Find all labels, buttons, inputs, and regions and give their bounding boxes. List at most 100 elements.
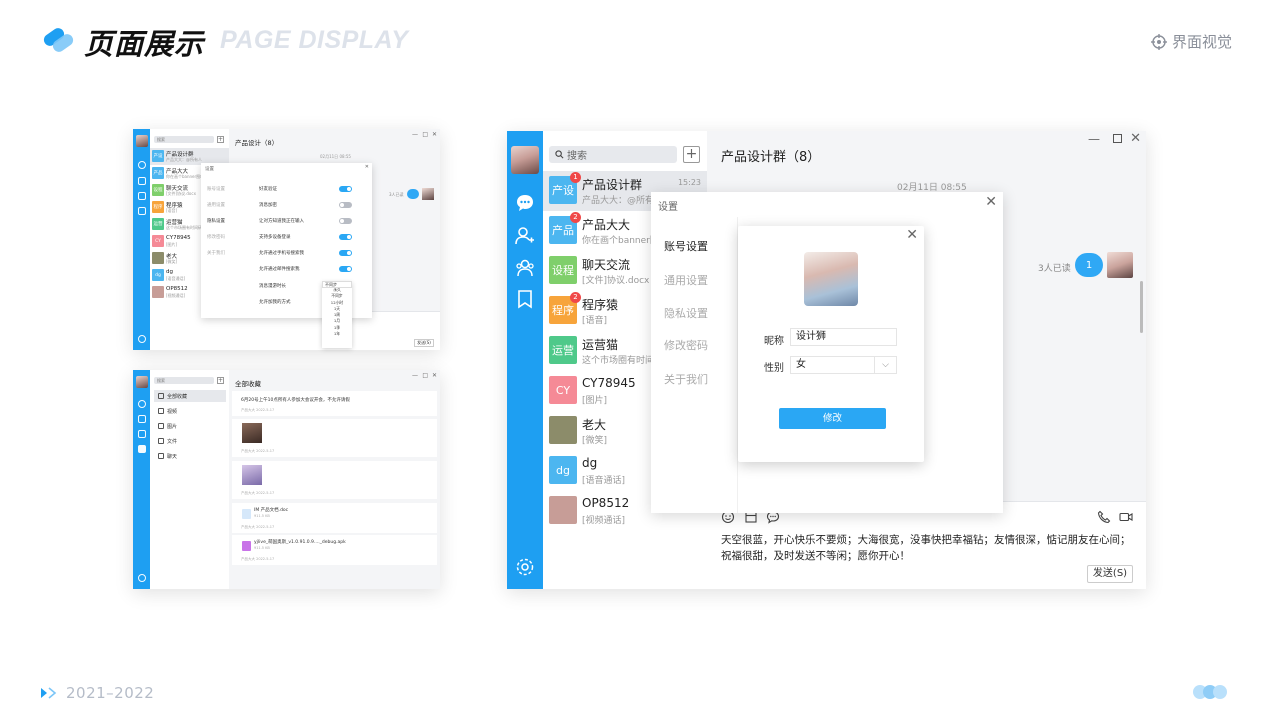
settings-nav-item[interactable]: 关于我们	[207, 250, 225, 256]
favorites-nav-item[interactable]: 图片	[154, 420, 226, 432]
settings-nav-privacy[interactable]: 隐私设置	[664, 305, 708, 321]
gender-select[interactable]: 女 ⌵	[790, 356, 897, 374]
settings-nav-item[interactable]: 账号设置	[207, 186, 225, 192]
contact-name: 老大	[582, 418, 607, 432]
close-button[interactable]: ✕	[432, 372, 437, 379]
send-button[interactable]: 发送(S)	[1087, 565, 1133, 583]
favorite-card[interactable]: yjlive_萌国奥斯_v1.0.91.0.9...._debug.apk 911…	[232, 535, 437, 565]
card-thumbnail	[242, 423, 262, 443]
close-icon[interactable]: ✕	[906, 227, 918, 243]
contact-icon[interactable]	[515, 226, 535, 246]
maximize-button[interactable]	[1113, 134, 1122, 143]
settings-nav-item[interactable]: 隐私设置	[207, 218, 225, 224]
group-icon[interactable]	[138, 192, 146, 200]
avatar[interactable]	[511, 146, 539, 174]
add-button[interactable]: +	[217, 136, 224, 143]
settings-nav-item[interactable]: 通用设置	[207, 202, 225, 208]
message-bubble[interactable]	[407, 189, 419, 199]
close-icon[interactable]: ✕	[985, 194, 997, 210]
years-text: 2021–2022	[66, 684, 155, 702]
bookmark-icon[interactable]	[138, 207, 146, 215]
nickname-field[interactable]: 设计狮	[790, 328, 897, 346]
bookmark-icon[interactable]	[515, 289, 535, 309]
profile-avatar[interactable]	[804, 252, 858, 306]
option-toggle[interactable]	[339, 218, 352, 224]
settings-nav-about[interactable]: 关于我们	[664, 371, 708, 387]
settings-gear-icon[interactable]	[138, 335, 146, 343]
contact-avatar: 产品	[152, 167, 164, 179]
input-area[interactable]: 天空很蓝，开心快乐不要烦；大海很宽，没事快把幸福钻；友情很深，惦记朋友在心间；祝…	[707, 501, 1146, 589]
maximize-button[interactable]: □	[422, 131, 428, 138]
group-icon[interactable]	[138, 430, 146, 438]
option-toggle[interactable]	[339, 234, 352, 240]
phone-icon[interactable]	[1097, 510, 1111, 524]
minimize-button[interactable]: —	[412, 131, 418, 138]
add-button[interactable]: +	[217, 377, 224, 384]
option-toggle[interactable]	[339, 250, 352, 256]
search-input[interactable]: 搜索	[549, 146, 677, 163]
contact-icon[interactable]	[138, 415, 146, 423]
favorites-nav-item[interactable]: 全部收藏	[154, 390, 226, 402]
avatar[interactable]	[136, 376, 148, 388]
option-toggle[interactable]	[339, 202, 352, 208]
contact-avatar: 程序	[152, 201, 164, 213]
favorites-nav-item[interactable]: 聊天	[154, 450, 226, 462]
retention-option[interactable]: 1年	[322, 331, 352, 337]
contact-preview: [文件]协议.docx	[166, 191, 196, 196]
card-meta: 产品大大 2022-5-17	[241, 557, 275, 561]
card-meta: 产品大大 2022-5-17	[241, 449, 275, 453]
settings-nav-password[interactable]: 修改密码	[664, 337, 708, 353]
message-input-text[interactable]: 天空很蓝，开心快乐不要烦；大海很宽，没事快把幸福钻；友情很深，惦记朋友在心间；祝…	[721, 532, 1133, 564]
favorite-card[interactable]: 产品大大 2022-5-17	[232, 419, 437, 457]
option-label: 好友验证	[259, 187, 277, 192]
contact-preview: [语音通话]	[166, 276, 186, 281]
favorite-card[interactable]: 6月20号上午10点所有人参加大会议开会，不允许请假 产品大大 2022-5-17	[232, 391, 437, 416]
favorites-nav-item[interactable]: 视频	[154, 405, 226, 417]
message-bubble[interactable]: 1	[1075, 253, 1103, 277]
contact-avatar: CY	[549, 376, 577, 404]
modify-button[interactable]: 修改	[779, 408, 886, 429]
contact-name: 运营猫	[582, 338, 619, 352]
nav-icon	[158, 408, 164, 414]
search-input[interactable]: 搜索	[154, 136, 214, 143]
avatar[interactable]	[136, 135, 148, 147]
contact-icon[interactable]	[138, 177, 146, 185]
bookmark-icon[interactable]	[138, 445, 146, 453]
chat-icon[interactable]	[515, 193, 535, 213]
settings-nav-general[interactable]: 通用设置	[664, 272, 708, 288]
add-button[interactable]: +	[683, 146, 700, 163]
unread-badge: 1	[570, 172, 581, 183]
retention-dropdown[interactable]: 永久 不同步 12小时 1天 1周 1月 1季 1年	[322, 282, 352, 348]
settings-nav-item[interactable]: 修改密码	[207, 234, 225, 240]
contact-name: 聊天交流	[582, 258, 631, 272]
settings-nav-account[interactable]: 账号设置	[664, 238, 708, 254]
group-icon[interactable]	[515, 258, 535, 278]
favorite-card[interactable]: IM 产品文档.doc 911.5 KB 产品大大 2022-5-17	[232, 503, 437, 533]
send-button[interactable]: 发送(S)	[414, 339, 434, 347]
contact-preview: [微笑]	[166, 259, 178, 264]
search-placeholder: 搜索	[567, 151, 587, 162]
option-toggle[interactable]	[339, 266, 352, 272]
favorites-nav-item[interactable]: 文件	[154, 435, 226, 447]
maximize-button[interactable]: □	[422, 372, 428, 379]
close-button[interactable]: ✕	[1130, 131, 1141, 146]
settings-gear-icon[interactable]	[515, 557, 535, 577]
chat-icon[interactable]	[138, 161, 146, 169]
scrollbar[interactable]	[1140, 281, 1143, 333]
card-meta: 产品大大 2022-5-17	[241, 408, 275, 412]
option-toggle[interactable]	[339, 186, 352, 192]
minimize-button[interactable]: —	[1088, 132, 1100, 146]
close-icon[interactable]: ✕	[365, 164, 369, 170]
chat-icon[interactable]	[138, 400, 146, 408]
video-icon[interactable]	[1119, 510, 1133, 524]
favorite-card[interactable]: 产品大大 2022-5-17	[232, 461, 437, 499]
retention-select[interactable]: 不同步	[322, 281, 352, 288]
search-input[interactable]: 搜索	[154, 377, 214, 384]
minimize-button[interactable]: —	[412, 372, 418, 379]
settings-gear-icon[interactable]	[138, 574, 146, 582]
close-button[interactable]: ✕	[432, 131, 437, 138]
add-mode-label: 允许加我的方式	[259, 300, 291, 305]
contact-avatar: 设程	[152, 184, 164, 196]
slide-title: 页面展示	[84, 27, 205, 61]
message-date: 02月11日 08:55	[320, 154, 351, 159]
